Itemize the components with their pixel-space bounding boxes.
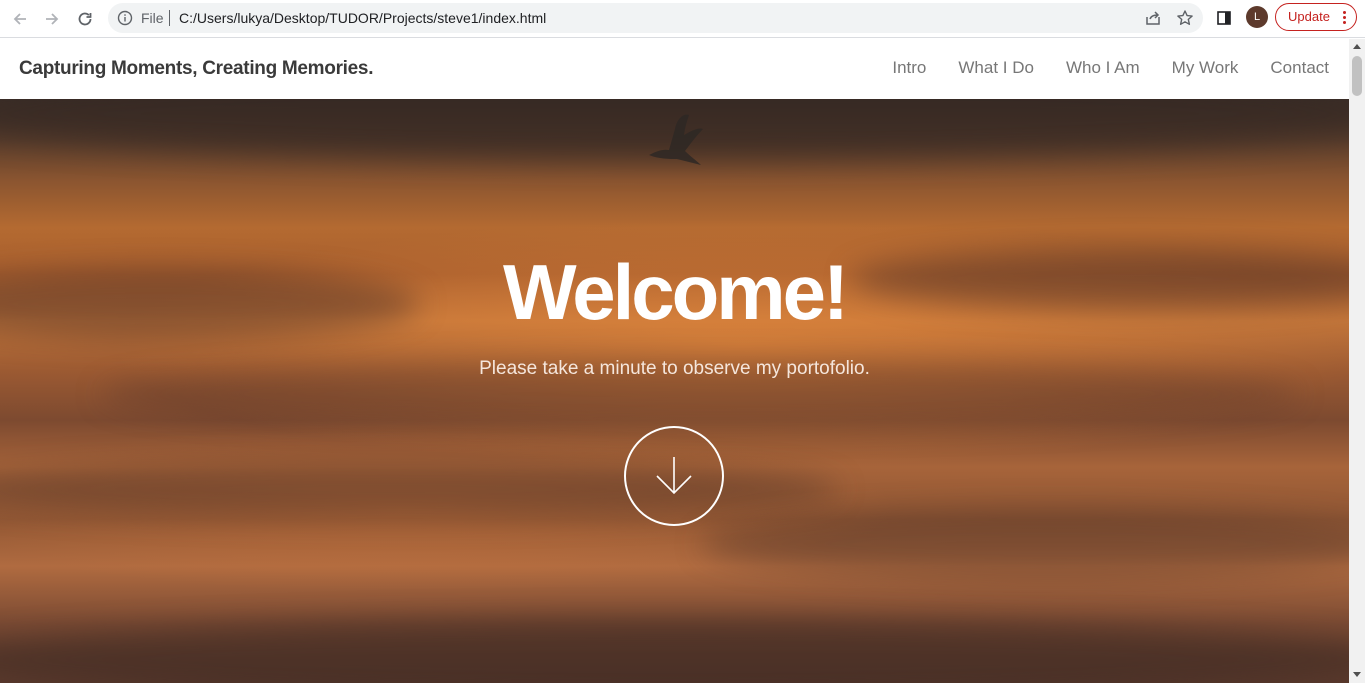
site-header: Capturing Moments, Creating Memories. In…: [0, 39, 1349, 99]
side-panel-button[interactable]: [1214, 8, 1234, 28]
share-icon: [1146, 11, 1160, 25]
info-icon[interactable]: [117, 10, 133, 26]
arrow-left-icon: [13, 13, 26, 25]
scroll-up-arrow-icon[interactable]: [1353, 44, 1361, 49]
share-button[interactable]: [1143, 8, 1163, 28]
hero-title: Welcome!: [503, 248, 849, 336]
cloud-band: [0, 619, 1349, 683]
back-button[interactable]: [6, 5, 34, 33]
scroll-down-button[interactable]: [624, 426, 724, 526]
scrollbar-thumb[interactable]: [1352, 56, 1362, 96]
site-nav: Intro What I Do Who I Am My Work Contact: [892, 58, 1329, 78]
nav-link-what-i-do[interactable]: What I Do: [958, 58, 1034, 78]
nav-link-intro[interactable]: Intro: [892, 58, 926, 78]
browser-toolbar: File C:/Users/lukya/Desktop/TUDOR/Projec…: [0, 0, 1365, 38]
omnibox-divider: [169, 10, 170, 26]
arrow-down-icon: [656, 457, 692, 495]
reload-button[interactable]: [71, 5, 99, 33]
forward-button[interactable]: [38, 5, 66, 33]
scheme-label: File: [141, 10, 164, 26]
bird-silhouette: [649, 114, 703, 165]
arrow-right-icon: [46, 13, 59, 25]
scroll-down-arrow-icon[interactable]: [1353, 672, 1361, 677]
nav-link-my-work[interactable]: My Work: [1172, 58, 1239, 78]
hero-subtitle: Please take a minute to observe my porto…: [479, 358, 870, 379]
nav-link-contact[interactable]: Contact: [1270, 58, 1329, 78]
address-bar[interactable]: File C:/Users/lukya/Desktop/TUDOR/Projec…: [108, 3, 1203, 33]
page-viewport: Capturing Moments, Creating Memories. In…: [0, 39, 1349, 683]
kebab-menu-icon[interactable]: [1343, 11, 1346, 24]
update-button[interactable]: Update: [1275, 3, 1357, 31]
profile-avatar[interactable]: L: [1246, 6, 1268, 28]
hero-section: Welcome! Please take a minute to observe…: [0, 99, 1349, 683]
cloud-band: [700, 509, 1349, 579]
nav-link-who-i-am[interactable]: Who I Am: [1066, 58, 1140, 78]
site-title[interactable]: Capturing Moments, Creating Memories.: [19, 58, 373, 80]
reload-icon: [78, 12, 92, 26]
url-text[interactable]: C:/Users/lukya/Desktop/TUDOR/Projects/st…: [179, 10, 546, 26]
vertical-scrollbar[interactable]: [1349, 39, 1365, 683]
update-label: Update: [1288, 9, 1330, 24]
side-panel-icon: [1217, 11, 1231, 25]
bookmark-button[interactable]: [1175, 8, 1195, 28]
star-icon: [1177, 10, 1193, 25]
